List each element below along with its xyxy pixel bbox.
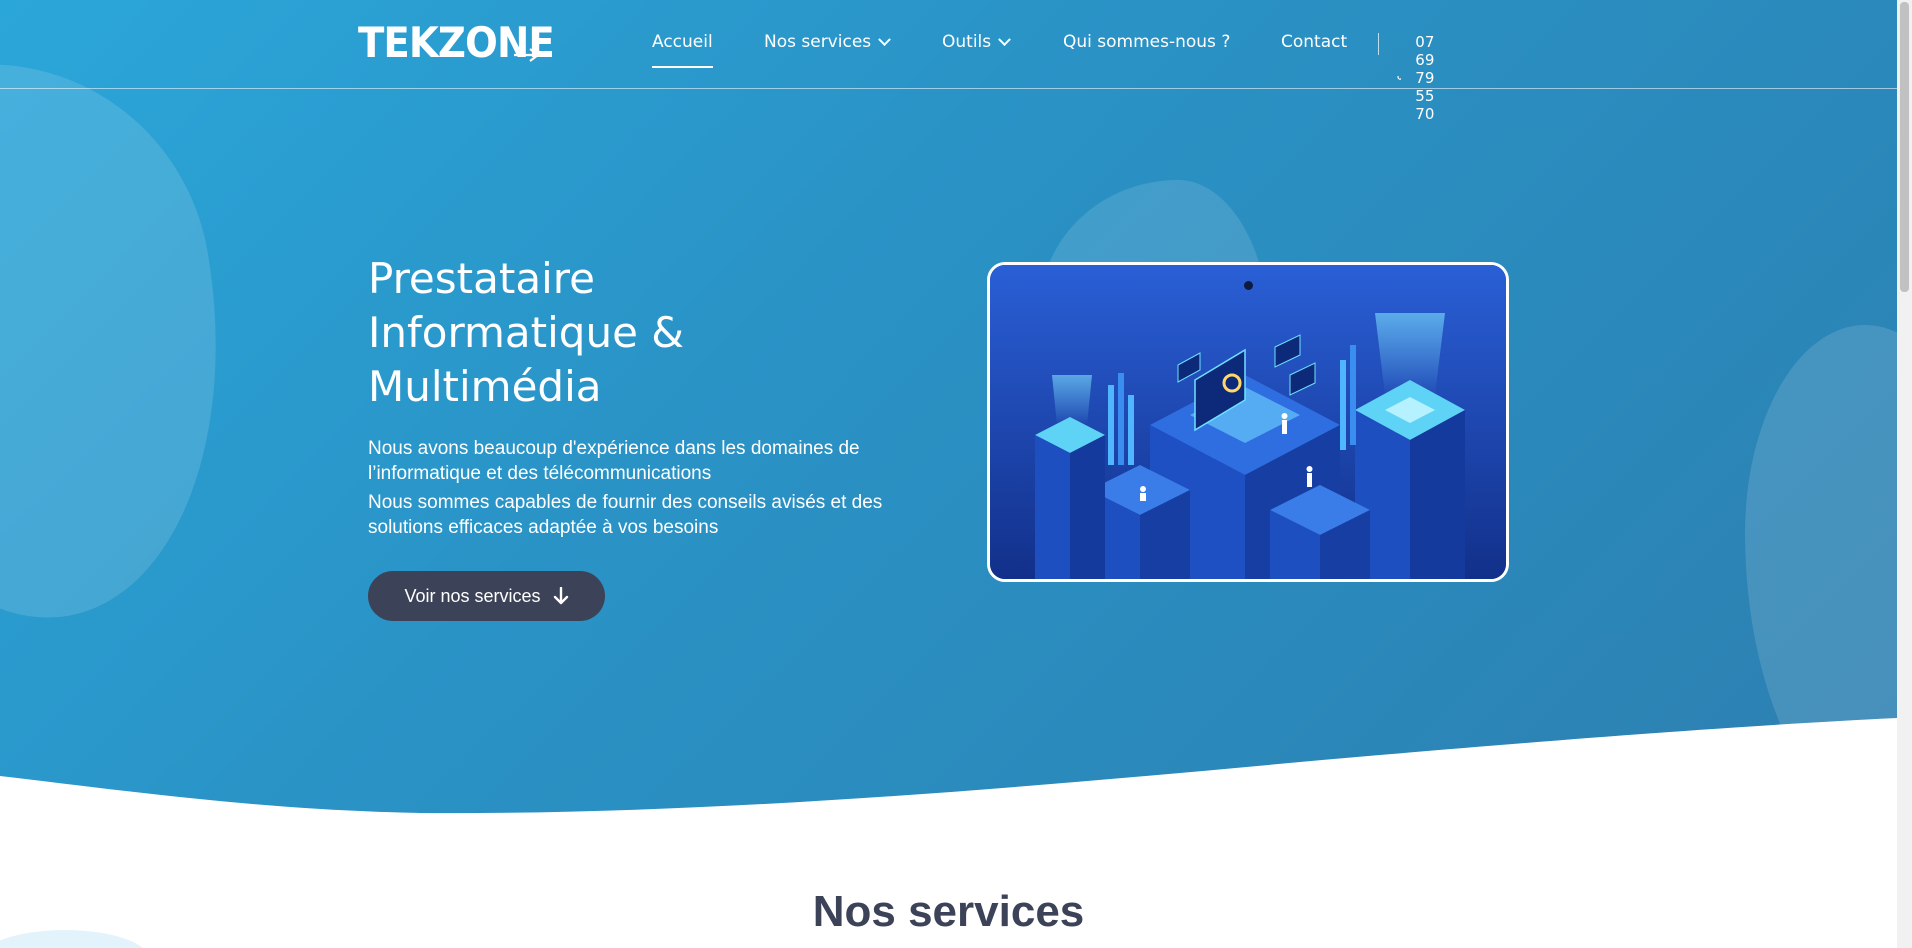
nav-divider [1378, 33, 1379, 55]
view-services-label: Voir nos services [404, 585, 541, 606]
tablet-illustration [987, 262, 1509, 582]
hero-description: Nous avons beaucoup d'expérience dans le… [368, 436, 938, 544]
logo-arrow-icon [514, 48, 540, 62]
hero-title-line: Informatique & [368, 308, 685, 357]
chevron-down-icon [998, 32, 1011, 46]
hero-paragraph: Nous sommes capables de fournir des cons… [368, 492, 883, 538]
chevron-down-icon [878, 32, 892, 46]
site-header: TEKZONE Accueil Nos services Outils Qui … [0, 0, 1897, 123]
nav-item-nos-services[interactable]: Nos services [764, 32, 892, 52]
page-scrollbar[interactable] [1897, 0, 1912, 948]
hero-title: Prestataire Informatique & Multimédia [368, 252, 808, 414]
nav-item-label: Qui sommes-nous ? [1063, 32, 1231, 52]
nav-item-label: Contact [1281, 32, 1348, 52]
phone-number: 07 69 79 55 70 [1415, 33, 1435, 123]
tablet-camera [1244, 281, 1253, 290]
isometric-city-illustration [990, 265, 1506, 579]
decorative-blob [0, 29, 266, 651]
nav-item-label: Accueil [652, 32, 713, 52]
hero-title-line: Multimédia [368, 362, 602, 411]
hero-paragraph: Nous avons beaucoup d'expérience dans le… [368, 438, 860, 484]
hero-title-line: Prestataire [368, 254, 595, 303]
arrow-down-icon [553, 587, 568, 605]
hero-section: TEKZONE Accueil Nos services Outils Qui … [0, 0, 1897, 820]
nav-item-contact[interactable]: Contact [1281, 32, 1347, 52]
nav-item-label: Outils [942, 32, 992, 52]
nav-item-accueil[interactable]: Accueil [652, 32, 713, 68]
scrollbar-thumb[interactable] [1900, 2, 1909, 292]
decorative-blob [1745, 325, 1897, 820]
nav-item-label: Nos services [764, 32, 872, 52]
view-services-button[interactable]: Voir nos services [368, 571, 605, 621]
phone-icon [1397, 76, 1401, 80]
nav-item-outils[interactable]: Outils [942, 32, 1011, 52]
phone-link[interactable]: 07 69 79 55 70 [1397, 33, 1446, 123]
services-section-title: Nos services [812, 887, 1085, 936]
nav-item-qui-sommes-nous[interactable]: Qui sommes-nous ? [1063, 32, 1230, 52]
